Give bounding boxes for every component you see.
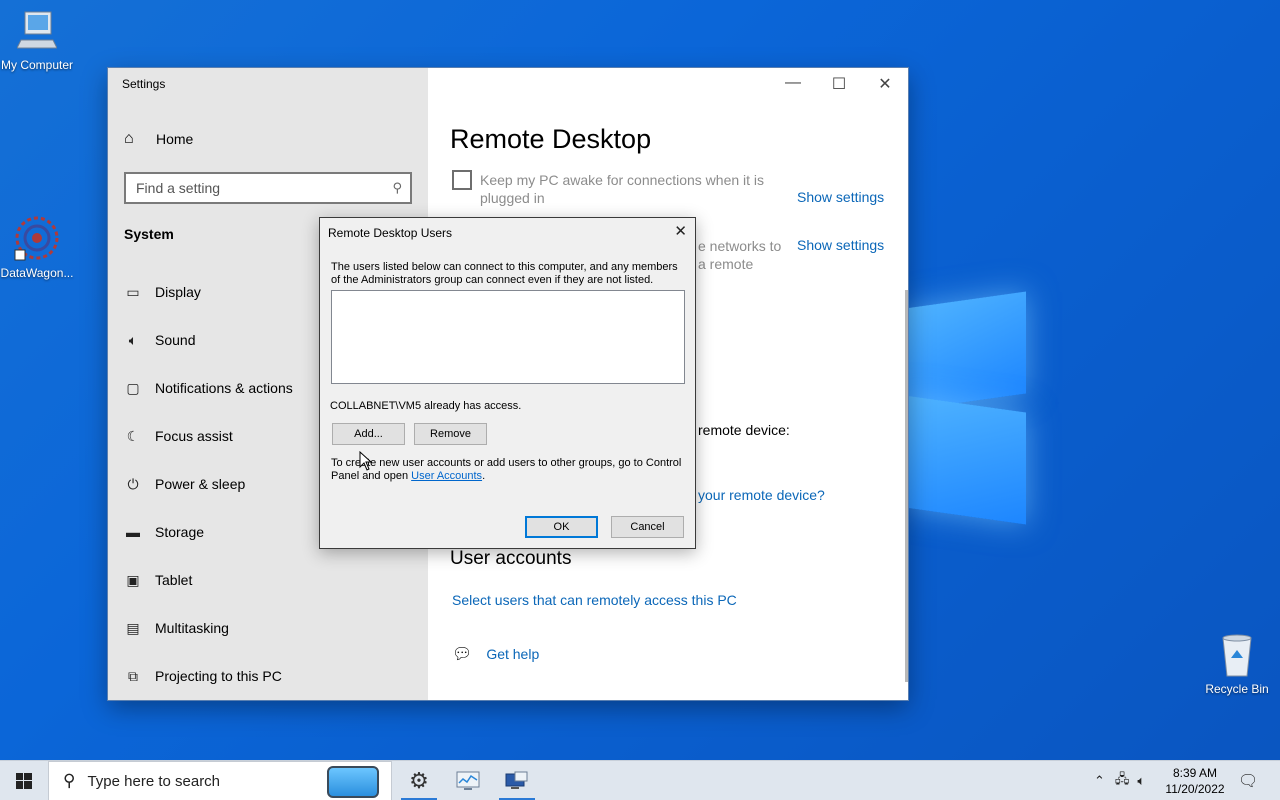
keep-awake-checkbox[interactable] (452, 170, 472, 190)
power-icon: ⏻ (127, 475, 139, 492)
dialog-note: To create new user accounts or add users… (331, 457, 682, 482)
moon-icon: ☾ (126, 427, 140, 444)
search-placeholder: Find a setting (136, 180, 221, 196)
multitasking-icon: ▤ (126, 619, 140, 636)
taskbar-app-monitor[interactable] (448, 761, 488, 800)
search-icon: ⚲ (392, 180, 402, 195)
sidebar-item-label: Home (156, 131, 194, 147)
taskbar-settings-app[interactable]: ⚙ (399, 761, 439, 800)
access-status-text: COLLABNET\VM5 already has access. (330, 400, 522, 412)
get-help-link[interactable]: Get help (486, 646, 539, 662)
remote-device-link[interactable]: your remote device? (698, 487, 825, 503)
user-accounts-heading: User accounts (450, 548, 572, 569)
sidebar-item-storage[interactable]: ▬ Storage (124, 520, 204, 544)
datawagon-icon (14, 216, 59, 261)
help-chat-icon: 💬︎ (452, 646, 473, 663)
remote-device-label: remote device: (698, 422, 790, 438)
clock-date: 11/20/2022 (1165, 782, 1225, 796)
minimize-button[interactable]: — (778, 74, 808, 92)
mouse-cursor-icon (359, 451, 373, 471)
networks-label: e networks to a remote (698, 238, 782, 272)
taskbar-app-remote[interactable] (497, 761, 537, 800)
desktop-icon-recycle-bin[interactable]: Recycle Bin (1200, 632, 1274, 696)
desktop-icon-label: My Computer (0, 58, 74, 72)
keep-awake-label: Keep my PC awake for connections when it… (480, 172, 765, 206)
performance-monitor-icon (456, 771, 480, 790)
taskbar-search-box[interactable]: ⚲ Type here to search (48, 761, 392, 800)
sidebar-item-tablet[interactable]: ▣ Tablet (124, 568, 192, 592)
section-heading: System (124, 226, 174, 242)
storage-icon: ▬ (126, 524, 140, 540)
sidebar-item-label: Focus assist (155, 428, 233, 444)
notification-icon: 🗨︎ (1238, 773, 1259, 790)
sidebar-item-projecting[interactable]: ⧉ Projecting to this PC (124, 664, 282, 688)
projecting-icon: ⧉ (128, 667, 138, 684)
get-help-row[interactable]: 💬︎ Get help (452, 644, 539, 664)
dialog-close-button[interactable]: ✕ (674, 222, 687, 240)
desktop-icon-label: Recycle Bin (1205, 682, 1269, 696)
search-icon: ⚲ (63, 771, 76, 790)
search-highlight-icon (327, 766, 379, 798)
desktop-icon-datawagon[interactable]: DataWagon... (0, 214, 74, 280)
home-icon: ⌂ (124, 130, 134, 147)
computer-icon (17, 11, 57, 49)
page-title: Remote Desktop (450, 124, 652, 154)
sidebar-item-label: Multitasking (155, 620, 229, 636)
sidebar-item-notifications[interactable]: ▢ Notifications & actions (124, 376, 293, 400)
recycle-bin-icon (1222, 634, 1252, 677)
sidebar-item-label: Display (155, 284, 201, 300)
sidebar-item-focus-assist[interactable]: ☾ Focus assist (124, 424, 233, 448)
sidebar-item-label: Power & sleep (155, 476, 246, 492)
sidebar-item-multitasking[interactable]: ▤ Multitasking (124, 616, 229, 640)
user-accounts-link[interactable]: User Accounts (411, 470, 482, 482)
sidebar-item-power-sleep[interactable]: ⏻ Power & sleep (124, 472, 245, 496)
monitor-icon: ▭ (126, 283, 140, 300)
desktop-icon-my-computer[interactable]: My Computer (0, 10, 74, 72)
show-settings-link-2[interactable]: Show settings (797, 237, 884, 253)
windows-start-icon (16, 773, 32, 789)
network-icon[interactable]: 🖧 (1115, 770, 1130, 792)
gear-icon: ⚙ (409, 768, 429, 793)
remote-desktop-icon (505, 771, 528, 789)
chevron-up-icon[interactable]: ⌃ (1094, 773, 1105, 789)
find-setting-input[interactable]: Find a setting ⚲ (124, 172, 412, 204)
system-tray: ⌃ 🖧 🔈︎ (1094, 761, 1145, 800)
tablet-icon: ▣ (126, 571, 140, 588)
window-title: Settings (122, 77, 166, 91)
sidebar-item-label: Notifications & actions (155, 380, 293, 396)
speaker-icon: 🔈︎ (128, 331, 138, 348)
start-button[interactable] (0, 761, 48, 800)
clock-time: 8:39 AM (1172, 766, 1218, 780)
scrollbar[interactable] (905, 290, 908, 682)
taskbar-clock[interactable]: 8:39 AM 11/20/2022 (1160, 765, 1230, 797)
windows-wallpaper-logo (905, 282, 1030, 525)
sidebar-item-home[interactable]: ⌂ Home (124, 130, 193, 148)
sidebar-item-label: Tablet (155, 572, 193, 588)
cancel-button[interactable]: Cancel (611, 516, 684, 538)
volume-icon[interactable]: 🔈︎ (1137, 773, 1145, 789)
sidebar-item-display[interactable]: ▭ Display (124, 280, 201, 304)
sidebar-item-label: Sound (155, 332, 196, 348)
sidebar-item-label: Storage (155, 524, 205, 540)
action-center-button[interactable]: 🗨︎ (1238, 761, 1258, 800)
remote-desktop-users-dialog: Remote Desktop Users ✕ The users listed … (319, 217, 696, 549)
sidebar-item-sound[interactable]: 🔈︎ Sound (124, 328, 196, 352)
dialog-title: Remote Desktop Users (328, 226, 453, 240)
taskbar: ⚲ Type here to search ⚙ ⌃ 🖧 🔈︎ 8:39 AM 1… (0, 760, 1280, 800)
dialog-description: The users listed below can connect to th… (331, 261, 678, 286)
select-users-link[interactable]: Select users that can remotely access th… (452, 592, 737, 608)
remove-button[interactable]: Remove (414, 423, 487, 445)
notification-icon: ▢ (126, 379, 140, 396)
sidebar-item-label: Projecting to this PC (155, 668, 282, 684)
desktop-icon-label: DataWagon... (0, 266, 74, 280)
users-listbox[interactable] (331, 290, 685, 384)
maximize-button[interactable]: ☐ (824, 74, 854, 94)
ok-button[interactable]: OK (525, 516, 598, 538)
add-button[interactable]: Add... (332, 423, 405, 445)
taskbar-search-placeholder: Type here to search (87, 772, 221, 790)
show-settings-link-1[interactable]: Show settings (797, 189, 884, 205)
close-button[interactable]: ✕ (870, 74, 900, 94)
